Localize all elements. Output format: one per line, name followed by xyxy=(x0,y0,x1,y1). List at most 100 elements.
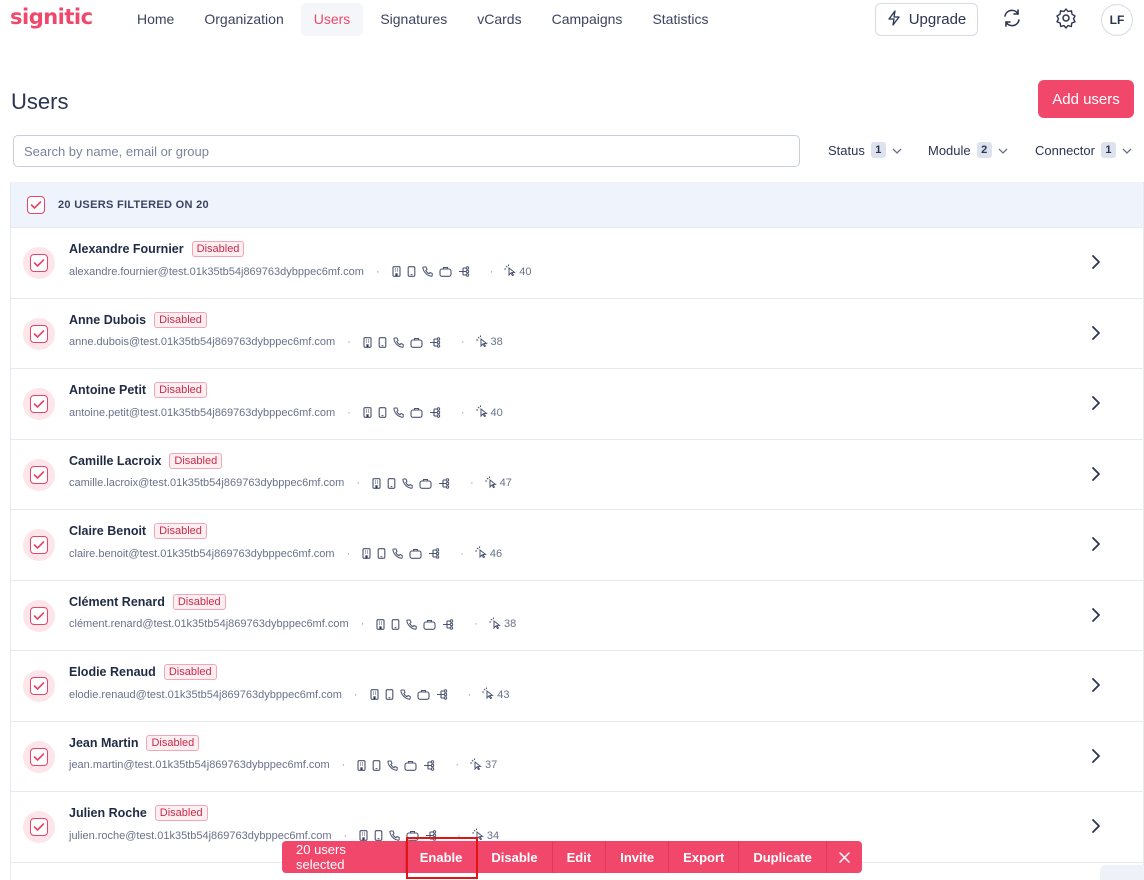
chevron-right-icon xyxy=(1092,678,1100,692)
user-email: camille.lacroix@test.01k35tb54j869763dyb… xyxy=(69,477,345,489)
user-name-line: Claire Benoit Disabled xyxy=(69,523,207,539)
user-avatar[interactable]: LF xyxy=(1101,4,1133,36)
filter-connector-count: 1 xyxy=(1100,142,1116,158)
filter-module[interactable]: Module 2 xyxy=(928,142,1008,158)
nav-vcards[interactable]: vCards xyxy=(464,3,534,36)
user-row[interactable]: Jean Martin Disabled jean.martin@test.01… xyxy=(11,721,1143,792)
user-name[interactable]: Antoine Petit xyxy=(69,383,146,397)
nav-organization[interactable]: Organization xyxy=(191,3,296,36)
user-name-line: Camille Lacroix Disabled xyxy=(69,452,223,469)
export-button[interactable]: Export xyxy=(668,841,738,873)
open-user-button[interactable] xyxy=(1089,818,1103,839)
filter-status-count: 1 xyxy=(870,142,886,158)
check-icon xyxy=(33,682,45,690)
scroll-corner xyxy=(1100,865,1144,880)
phone-icon xyxy=(389,830,400,841)
user-name[interactable]: Camille Lacroix xyxy=(69,454,161,468)
selected-count: 20 users selected xyxy=(296,842,346,872)
user-name[interactable]: Julien Roche xyxy=(69,806,147,820)
open-user-button[interactable] xyxy=(1089,325,1103,346)
open-user-button[interactable] xyxy=(1089,536,1103,557)
separator-dot: · xyxy=(460,406,465,419)
mobile-icon xyxy=(374,830,383,841)
row-checkbox[interactable] xyxy=(30,747,48,766)
row-checkbox[interactable] xyxy=(30,395,48,413)
separator-dot: · xyxy=(353,688,358,701)
module-icons xyxy=(372,477,450,489)
filter-status[interactable]: Status 1 xyxy=(828,142,902,158)
click-count-value: 43 xyxy=(497,688,510,701)
user-name-line: Antoine Petit Disabled xyxy=(69,382,207,398)
settings-button[interactable] xyxy=(1052,6,1080,34)
click-count: 40 xyxy=(475,405,503,420)
enable-button[interactable]: Enable xyxy=(404,841,477,873)
row-checkbox-wrapper xyxy=(23,740,55,773)
user-email: antoine.petit@test.01k35tb54j869763dybpp… xyxy=(69,406,336,419)
select-all-checkbox[interactable] xyxy=(27,195,45,214)
briefcase-icon xyxy=(404,760,417,771)
row-checkbox[interactable] xyxy=(30,324,48,343)
add-users-button[interactable]: Add users xyxy=(1038,80,1134,118)
search-input[interactable] xyxy=(13,135,800,167)
user-name[interactable]: Anne Dubois xyxy=(69,313,146,327)
user-name[interactable]: Elodie Renaud xyxy=(69,665,156,679)
row-checkbox[interactable] xyxy=(30,606,48,625)
nav-signatures[interactable]: Signatures xyxy=(367,3,460,36)
user-row[interactable]: Anne Dubois Disabled anne.dubois@test.01… xyxy=(11,298,1143,369)
mobile-icon xyxy=(391,618,400,630)
module-icons xyxy=(357,759,435,771)
invite-button[interactable]: Invite xyxy=(605,841,668,873)
org-tree-icon xyxy=(442,618,454,630)
user-name[interactable]: Jean Martin xyxy=(69,736,138,750)
user-row[interactable]: Antoine Petit Disabled antoine.petit@tes… xyxy=(11,369,1143,440)
nav-campaigns[interactable]: Campaigns xyxy=(539,3,636,36)
open-user-button[interactable] xyxy=(1089,748,1103,769)
check-icon xyxy=(30,200,42,209)
filter-connector[interactable]: Connector 1 xyxy=(1035,142,1132,158)
nav-users[interactable]: Users xyxy=(300,3,364,36)
click-count: 38 xyxy=(475,335,503,350)
open-user-button[interactable] xyxy=(1089,254,1103,275)
signitic-logo[interactable]: signitic xyxy=(10,5,93,29)
click-pointer-icon xyxy=(475,405,489,420)
edit-button[interactable]: Edit xyxy=(551,841,606,873)
module-icons xyxy=(363,407,441,418)
user-row[interactable]: Camille Lacroix Disabled camille.lacroix… xyxy=(11,439,1143,510)
open-user-button[interactable] xyxy=(1089,466,1103,487)
user-name[interactable]: Clément Renard xyxy=(69,595,165,609)
user-row[interactable]: Alexandre Fournier Disabled alexandre.fo… xyxy=(11,228,1143,299)
building-icon xyxy=(359,830,368,841)
separator-dot: · xyxy=(347,406,351,419)
upgrade-button[interactable]: Upgrade xyxy=(875,3,978,36)
user-row[interactable]: Elodie Renaud Disabled elodie.renaud@tes… xyxy=(11,651,1143,722)
list-header: 20 USERS FILTERED ON 20 xyxy=(11,182,1143,228)
row-checkbox[interactable] xyxy=(30,254,48,272)
user-row[interactable]: Clément Renard Disabled clément.renard@t… xyxy=(11,580,1143,651)
user-meta-line: antoine.petit@test.01k35tb54j869763dybpp… xyxy=(69,405,503,420)
user-name[interactable]: Claire Benoit xyxy=(69,524,146,538)
user-row[interactable]: Claire Benoit Disabled claire.benoit@tes… xyxy=(11,510,1143,581)
briefcase-icon xyxy=(423,619,436,630)
filter-connector-label: Connector xyxy=(1035,142,1095,158)
phone-icon xyxy=(421,266,433,277)
sync-button[interactable] xyxy=(998,6,1026,34)
briefcase-icon xyxy=(410,407,423,418)
nav-statistics[interactable]: Statistics xyxy=(639,3,721,36)
user-name[interactable]: Alexandre Fournier xyxy=(69,242,184,256)
row-checkbox[interactable] xyxy=(30,465,48,484)
close-selection-button[interactable] xyxy=(825,841,862,873)
user-email: elodie.renaud@test.01k35tb54j869763dybpp… xyxy=(69,688,342,701)
duplicate-button[interactable]: Duplicate xyxy=(738,841,826,873)
user-email: clément.renard@test.01k35tb54j869763dybp… xyxy=(69,618,349,630)
disable-button[interactable]: Disable xyxy=(476,841,551,873)
nav-home[interactable]: Home xyxy=(124,3,187,36)
phone-icon xyxy=(399,689,411,700)
row-checkbox[interactable] xyxy=(30,818,48,836)
click-count: 40 xyxy=(503,264,532,279)
row-checkbox[interactable] xyxy=(30,677,48,695)
open-user-button[interactable] xyxy=(1089,607,1103,628)
phone-icon xyxy=(393,337,404,348)
open-user-button[interactable] xyxy=(1089,677,1103,698)
open-user-button[interactable] xyxy=(1089,395,1103,416)
row-checkbox[interactable] xyxy=(30,536,48,554)
